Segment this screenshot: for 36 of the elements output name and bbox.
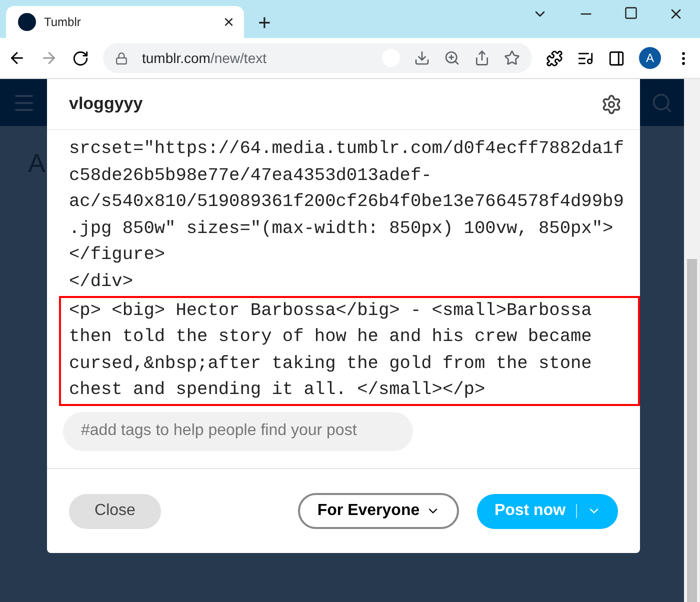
code-line: c58de26b5b98e77e/47ea4353d013adef- <box>69 164 433 188</box>
code-line: ac/s540x810/519089361f200cf26b4f0be13e7664578f4d99b9 <box>69 191 625 214</box>
tags-field[interactable]: #add tags to help people find your post <box>63 412 413 451</box>
new-tab-button[interactable]: + <box>258 12 271 34</box>
close-button[interactable]: Close <box>69 494 161 528</box>
audience-dropdown[interactable]: For Everyone <box>298 493 459 529</box>
code-line: then told the story of how he and his crew became <box>69 326 593 350</box>
reload-icon[interactable] <box>72 50 89 66</box>
code-line: </div> <box>69 270 134 294</box>
side-panel-icon[interactable] <box>608 50 625 66</box>
address-bar[interactable]: tumblr.com/new/text <box>103 43 532 73</box>
tab-close-button[interactable]: × <box>223 12 234 32</box>
code-line: cursed,&nbsp;after taking the gold from the stone <box>69 352 593 376</box>
profile-avatar[interactable]: A <box>639 47 661 69</box>
extensions-icon[interactable] <box>546 50 563 66</box>
lock-icon <box>115 52 128 64</box>
install-icon[interactable] <box>414 50 430 66</box>
bookmark-star-icon[interactable] <box>504 50 520 66</box>
code-line: <p> <big> Hector Barbossa</big> - <small>Barbossa <box>69 300 593 323</box>
code-line: chest and spending it all. </small></p> <box>69 379 486 402</box>
url-text: tumblr.com/new/text <box>142 50 268 66</box>
code-line: .jpg 850w" sizes="(max-width: 850px) 100vw, 850px"> <box>69 218 614 241</box>
blog-name: vloggyyy <box>69 94 143 114</box>
maximize-icon[interactable] <box>624 6 638 20</box>
code-line: srcset="https://64.media.tumblr.com/d0f4ecff7882da1f <box>69 138 625 161</box>
scrollbar[interactable] <box>684 79 700 602</box>
code-line: </figure> <box>69 244 166 268</box>
settings-icon[interactable] <box>601 94 622 114</box>
back-icon[interactable] <box>8 49 26 67</box>
scrollbar-thumb[interactable] <box>687 259 697 602</box>
share-icon[interactable] <box>474 50 490 66</box>
tab-title: Tumblr <box>44 15 82 29</box>
search-icon <box>651 92 673 114</box>
zoom-icon[interactable] <box>444 50 460 66</box>
forward-icon[interactable] <box>40 49 58 67</box>
browser-tab[interactable]: Tumblr × <box>6 6 244 38</box>
